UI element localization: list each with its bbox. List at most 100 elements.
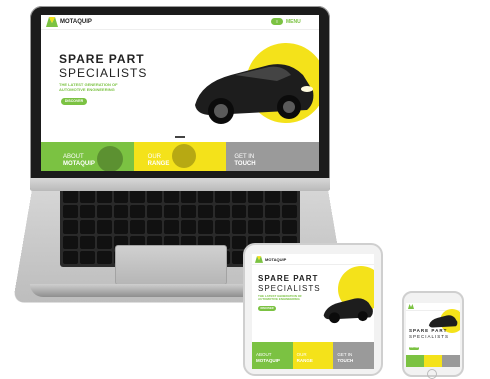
- car-icon: [191, 55, 316, 130]
- keyboard-key: [164, 205, 179, 219]
- phone-tile-range[interactable]: [424, 355, 442, 367]
- keyboard-key: [130, 205, 146, 219]
- hero-title-line1: SPARE PART: [59, 52, 145, 66]
- keyboard-key: [63, 250, 78, 264]
- tablet-tile-range-line1: OUR: [296, 352, 307, 357]
- tablet-car-icon: [322, 294, 374, 329]
- tablet-brand-name: MOTAQUIP: [265, 257, 287, 262]
- keyboard-key: [113, 190, 129, 204]
- keyboard-key: [231, 220, 247, 234]
- tile-range-graphic: [171, 144, 196, 168]
- keyboard-key: [63, 190, 78, 204]
- keyboard-key: [248, 220, 264, 234]
- keyboard-key: [96, 205, 112, 219]
- tablet-tile-about-line1: ABOUT: [256, 352, 272, 357]
- keyboard-key: [197, 190, 213, 204]
- keyboard-key: [79, 190, 95, 204]
- tablet-tile-range-line2: RANGE: [296, 358, 313, 363]
- keyboard-key: [282, 220, 297, 234]
- keyboard-key: [147, 220, 163, 234]
- keyboard-key: [63, 205, 78, 219]
- tile-range-line2: RANGE: [147, 161, 170, 167]
- tile-about-line2: MOTAQUIP: [63, 161, 95, 167]
- tile-range[interactable]: OUR RANGE: [133, 142, 227, 171]
- keyboard-key: [79, 205, 95, 219]
- keyboard-key: [231, 190, 247, 204]
- tile-range-line1: OUR: [147, 154, 162, 160]
- keyboard-key: [147, 190, 163, 204]
- keyboard-key: [248, 190, 264, 204]
- phone-car-icon: [428, 313, 458, 335]
- keyboard-key: [214, 220, 230, 234]
- feature-tiles: ABOUT MOTAQUIP OUR RANGE GET IN TOUCH: [41, 142, 319, 171]
- keyboard-key: [265, 220, 281, 234]
- phone-logo-icon[interactable]: [408, 304, 414, 309]
- phone-tile-about[interactable]: [406, 355, 424, 367]
- menu-label[interactable]: MENU: [286, 19, 301, 25]
- keyboard-key: [180, 190, 196, 204]
- tablet-website: MOTAQUIP SPARE PART SPECIALISTS THE LATE…: [252, 254, 374, 369]
- tablet-hero-title-line1: SPARE PART: [258, 274, 319, 283]
- phone-tile-contact[interactable]: [442, 355, 460, 367]
- keyboard-key: [197, 205, 213, 219]
- keyboard-key: [231, 205, 247, 219]
- keyboard-key: [79, 220, 95, 234]
- tile-about-graphic: [97, 146, 123, 171]
- keyboard-key: [63, 220, 78, 234]
- phone-discover-button[interactable]: DISCOVER: [409, 347, 419, 350]
- scroll-indicator[interactable]: [175, 136, 185, 138]
- keyboard-key: [282, 205, 297, 219]
- keyboard-key: [265, 190, 281, 204]
- keyboard-key: [197, 220, 213, 234]
- tile-contact-line1: GET IN: [234, 154, 255, 160]
- keyboard-key: [96, 190, 112, 204]
- keyboard-key: [282, 190, 297, 204]
- tile-contact-line2: TOUCH: [234, 161, 256, 167]
- site-header: MOTAQUIP ≡ MENU: [41, 15, 319, 30]
- keyboard-key: [265, 205, 281, 219]
- hero-title-line2: SPECIALISTS: [59, 66, 148, 80]
- hamburger-menu-icon[interactable]: ≡: [271, 18, 283, 25]
- laptop-website: MOTAQUIP ≡ MENU SPARE PART SPECIALISTS T…: [41, 15, 319, 171]
- laptop-chin: [30, 178, 330, 191]
- phone-website: SPARE PART SPECIALISTS DISCOVER: [406, 303, 460, 367]
- tablet-tile-contact-line2: TOUCH: [337, 358, 354, 363]
- tablet-header: MOTAQUIP: [252, 254, 374, 265]
- phone-feature-tiles: [406, 355, 460, 367]
- keyboard-key: [130, 190, 146, 204]
- tile-contact[interactable]: GET IN TOUCH: [226, 142, 319, 171]
- keyboard-key: [130, 220, 146, 234]
- keyboard-key: [113, 220, 129, 234]
- keyboard-key: [231, 235, 247, 249]
- tablet-tile-contact[interactable]: GET IN TOUCH: [333, 342, 374, 369]
- tablet-hero-title-line2: SPECIALISTS: [258, 284, 321, 293]
- motaquip-logo-icon[interactable]: [46, 17, 58, 27]
- keyboard-key: [96, 250, 112, 264]
- keyboard-key: [147, 205, 163, 219]
- tablet-tile-range[interactable]: OUR RANGE: [292, 342, 334, 369]
- tablet-feature-tiles: ABOUT MOTAQUIP OUR RANGE GET IN TOUCH: [252, 342, 374, 369]
- keyboard-key: [164, 220, 179, 234]
- tablet-logo-icon[interactable]: [255, 256, 263, 263]
- keyboard-key: [113, 205, 129, 219]
- discover-button[interactable]: DISCOVER: [61, 98, 87, 105]
- tablet-tile-contact-line1: GET IN: [337, 352, 353, 357]
- keyboard-key: [96, 220, 112, 234]
- keyboard-key: [214, 205, 230, 219]
- tablet-tile-about-line2: MOTAQUIP: [256, 358, 280, 363]
- brand-name: MOTAQUIP: [60, 19, 92, 25]
- keyboard-key: [63, 235, 78, 249]
- hero-subtitle: THE LATEST GENERATION OF AUTOMOTIVE ENGI…: [59, 82, 118, 92]
- keyboard-key: [79, 235, 95, 249]
- keyboard-key: [180, 205, 196, 219]
- keyboard-key: [164, 190, 179, 204]
- tablet-tile-about[interactable]: ABOUT MOTAQUIP: [252, 342, 293, 369]
- laptop-trackpad: [115, 245, 227, 285]
- keyboard-key: [248, 205, 264, 219]
- keyboard-key: [214, 190, 230, 204]
- tile-about[interactable]: ABOUT MOTAQUIP: [41, 142, 134, 171]
- keyboard-key: [96, 235, 112, 249]
- tablet-hero-subtitle: THE LATEST GENERATION OF AUTOMOTIVE ENGI…: [258, 294, 302, 302]
- tile-about-line1: ABOUT: [63, 154, 84, 160]
- tablet-discover-button[interactable]: DISCOVER: [258, 306, 276, 311]
